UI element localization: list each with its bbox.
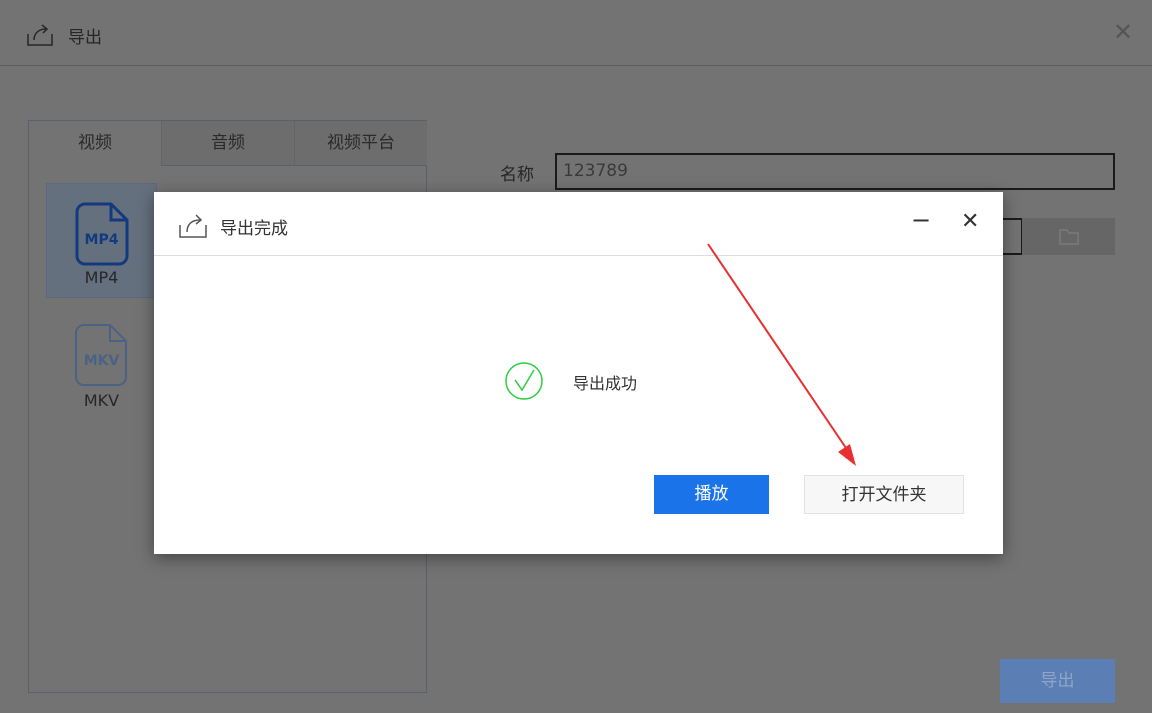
export-icon <box>27 24 53 46</box>
window-title: 导出 <box>68 28 102 48</box>
folder-icon <box>1059 229 1079 245</box>
tab-video[interactable]: 视频 <box>29 121 161 166</box>
browse-folder-button[interactable] <box>1022 218 1115 255</box>
success-message: 导出成功 <box>573 374 638 393</box>
mkv-icon-text: MKV <box>83 353 120 369</box>
name-input[interactable]: 123789 <box>555 153 1115 190</box>
mp4-icon-text: MP4 <box>84 232 119 248</box>
name-label: 名称 <box>500 165 534 185</box>
export-button[interactable]: 导出 <box>1000 659 1115 703</box>
dialog-title: 导出完成 <box>220 219 288 239</box>
format-mp4[interactable]: MP4 MP4 <box>46 183 157 298</box>
window-header: 导出 ✕ <box>0 0 1152 66</box>
minimize-icon[interactable]: − <box>911 206 931 234</box>
window-close-icon[interactable]: ✕ <box>1113 18 1133 46</box>
format-label: MKV <box>83 391 120 410</box>
tab-video-platform[interactable]: 视频平台 <box>294 121 427 166</box>
export-icon <box>179 214 207 238</box>
tab-audio[interactable]: 音频 <box>161 121 294 166</box>
dialog-close-icon[interactable]: ✕ <box>961 209 979 234</box>
open-folder-button[interactable]: 打开文件夹 <box>804 475 964 514</box>
play-button[interactable]: 播放 <box>654 475 769 514</box>
export-complete-dialog: 导出完成 − ✕ 导出成功 播放 打开文件夹 <box>154 192 1003 554</box>
dialog-header: 导出完成 − ✕ <box>154 192 1003 256</box>
success-check-icon <box>505 362 543 400</box>
format-label: MP4 <box>84 268 119 287</box>
format-mkv[interactable]: MKV MKV <box>46 305 157 420</box>
